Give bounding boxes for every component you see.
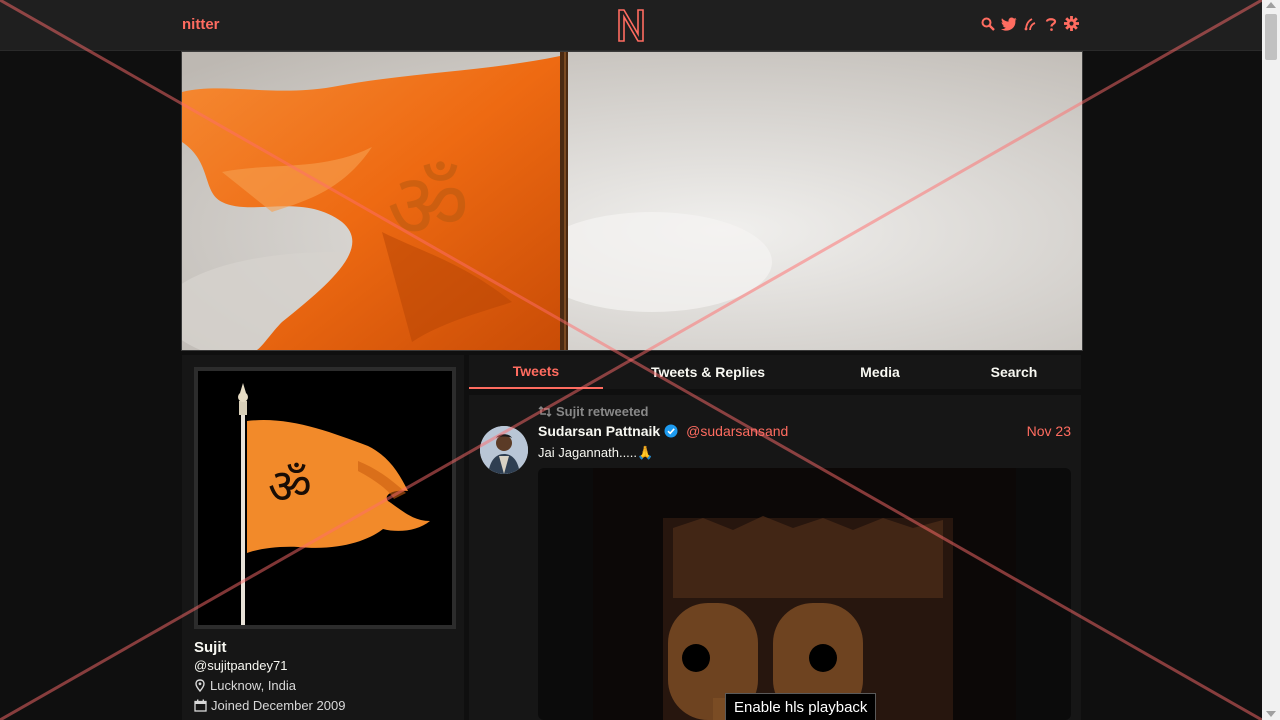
video-poster [593, 468, 1016, 720]
profile-location: Lucknow, India [194, 678, 296, 693]
profile-card: ॐ Sujit @sujitpandey71 Lucknow, India Jo… [182, 355, 464, 720]
tab-tweets[interactable]: Tweets [469, 355, 603, 389]
profile-joined: Joined December 2009 [194, 698, 345, 713]
help-icon[interactable] [1042, 15, 1059, 32]
nav-icon-group [979, 15, 1080, 32]
page-scrollbar[interactable] [1262, 0, 1280, 720]
nitter-home-link[interactable]: nitter [182, 16, 220, 33]
svg-text:ॐ: ॐ [387, 154, 469, 259]
retweet-icon [538, 406, 552, 417]
tweet-author-avatar[interactable] [480, 426, 528, 474]
profile-username[interactable]: @sujitpandey71 [194, 658, 287, 673]
timeline: Sujit retweeted Sudarsan Pattnaik @sudar… [469, 395, 1081, 720]
profile-joined-text: Joined December 2009 [211, 698, 346, 713]
enable-hls-playback-button[interactable]: Enable hls playback [725, 693, 877, 720]
verified-badge-icon [664, 424, 678, 438]
calendar-icon [194, 699, 207, 712]
tweet-video-media[interactable]: Enable hls playback [538, 468, 1071, 720]
profile-banner-image[interactable]: ॐ [181, 51, 1083, 351]
profile-display-name[interactable]: Sujit [194, 639, 227, 656]
tweet-author-name[interactable]: Sudarsan Pattnaik [538, 423, 660, 439]
tweet-author-handle[interactable]: @sudarsansand [686, 423, 788, 439]
top-nav-bar: nitter [0, 0, 1262, 51]
rss-icon[interactable] [1021, 15, 1038, 32]
profile-location-text: Lucknow, India [210, 678, 297, 693]
search-icon[interactable] [979, 15, 996, 32]
scroll-thumb[interactable] [1265, 14, 1277, 60]
retweet-label: Sujit retweeted [556, 404, 649, 419]
tab-search[interactable]: Search [947, 355, 1081, 389]
retweet-header: Sujit retweeted [538, 404, 648, 419]
tab-media[interactable]: Media [813, 355, 947, 389]
nitter-logo-icon[interactable] [616, 7, 646, 43]
twitter-icon[interactable] [1000, 15, 1017, 32]
tweet-text: Jai Jagannath.....🙏 [538, 445, 654, 460]
settings-icon[interactable] [1063, 15, 1080, 32]
timeline-tabs: Tweets Tweets & Replies Media Search [469, 355, 1081, 389]
profile-avatar[interactable]: ॐ [194, 367, 456, 629]
tweet-date-link[interactable]: Nov 23 [1027, 423, 1071, 439]
tab-tweets-and-replies[interactable]: Tweets & Replies [603, 355, 813, 389]
location-pin-icon [195, 679, 205, 692]
svg-text:ॐ: ॐ [268, 459, 312, 515]
tweet-header: Sudarsan Pattnaik @sudarsansand [538, 423, 788, 439]
scroll-up-arrow-icon[interactable] [1266, 2, 1276, 8]
scroll-down-arrow-icon[interactable] [1266, 711, 1276, 717]
